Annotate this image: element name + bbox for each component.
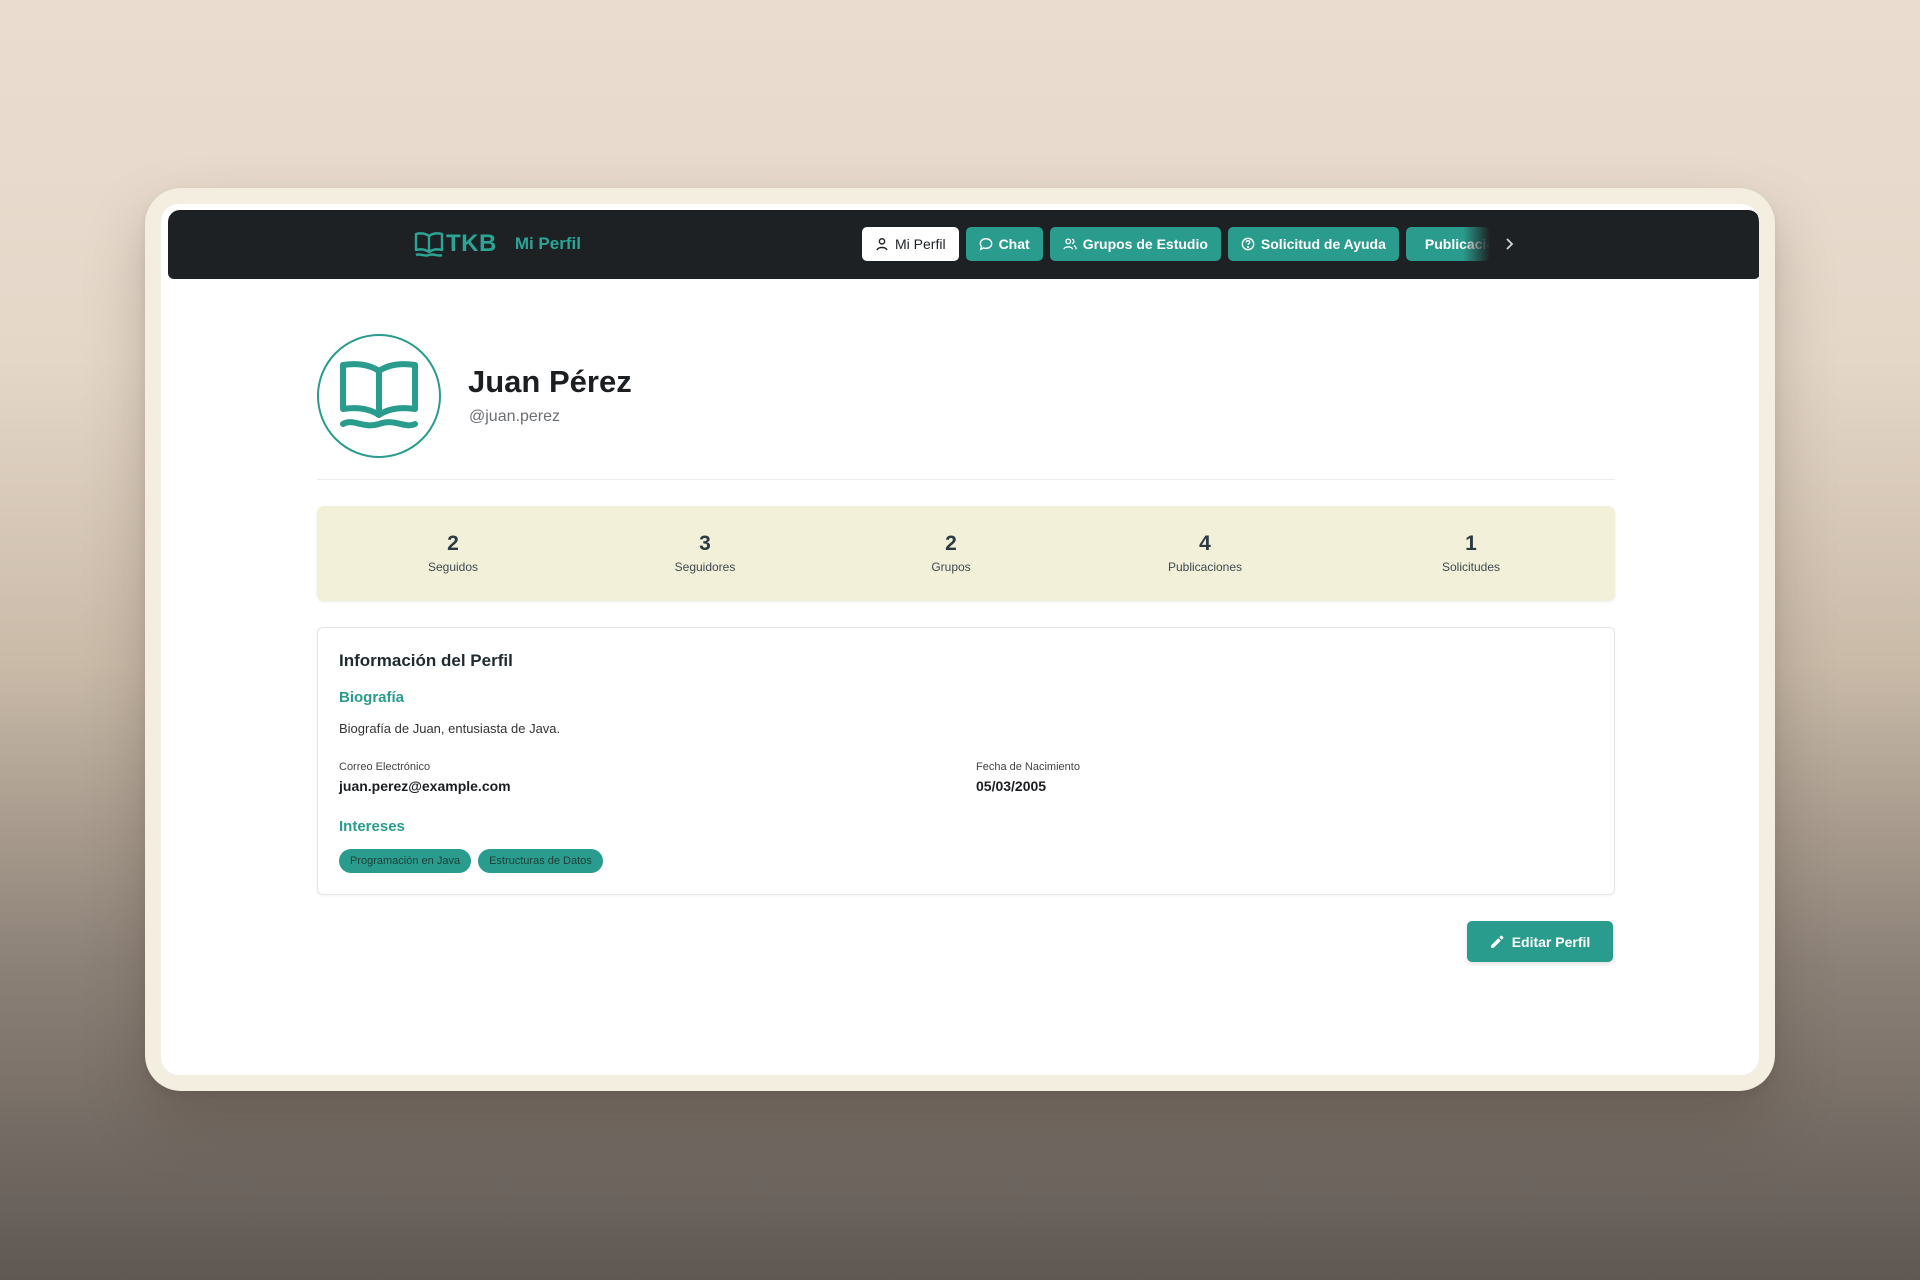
stat-value: 2 [447,532,459,555]
stat-label: Grupos [931,560,971,574]
nav-label: Solicitud de Ayuda [1260,236,1386,252]
profile-info-card: Información del Perfil Biografía Biograf… [317,627,1615,895]
brand-logo[interactable]: TKB Mi Perfil [414,230,581,258]
stat-label: Seguidos [427,560,479,574]
stat-grupos[interactable]: 2 Grupos [871,532,1031,574]
stat-value: 2 [945,532,957,555]
open-book-icon [414,232,444,257]
users-icon [1062,238,1077,250]
interests-heading: Intereses [339,818,405,835]
bio-text: Biografía de Juan, entusiasta de Java. [339,721,561,736]
pencil-icon [1490,935,1504,948]
interest-tag: Estructuras de Datos [478,849,603,873]
divider [317,479,1615,480]
stat-publicaciones[interactable]: 4 Publicaciones [1125,532,1285,574]
nav-mi-perfil[interactable]: Mi Perfil [862,227,959,261]
top-navbar: TKB Mi Perfil Mi Perfil Chat Grupos de E… [168,210,1759,279]
chevron-right-icon [1506,238,1514,250]
email-label: Correo Electrónico [339,761,431,773]
nav-label: Mi Perfil [895,236,946,252]
nav-grupos-de-estudio[interactable]: Grupos de Estudio [1049,227,1221,261]
stat-value: 4 [1199,532,1211,555]
stat-value: 3 [699,532,711,555]
bio-heading: Biografía [339,689,405,706]
email-value: juan.perez@example.com [339,778,511,794]
nav-label: Publicaciones [1424,236,1490,252]
nav-label: Grupos de Estudio [1082,236,1208,252]
stat-label: Publicaciones [1167,560,1243,574]
brand-name: TKB [446,230,497,257]
avatar [317,334,441,458]
nav-label: Chat [998,236,1030,252]
stat-value: 1 [1465,532,1477,555]
edit-profile-button[interactable]: Editar Perfil [1467,921,1613,962]
edit-profile-label: Editar Perfil [1511,933,1591,950]
birthdate-label: Fecha de Nacimiento [976,761,1080,773]
device-frame: TKB Mi Perfil Mi Perfil Chat Grupos de E… [145,188,1775,1091]
stat-label: Seguidores [674,560,736,574]
profile-handle: @juan.perez [469,408,560,425]
nav-solicitud-de-ayuda[interactable]: Solicitud de Ayuda [1227,227,1399,261]
stat-seguidos[interactable]: 2 Seguidos [373,532,533,574]
stat-seguidores[interactable]: 3 Seguidores [625,532,785,574]
main-nav: Mi Perfil Chat Grupos de Estudio Solicit… [862,227,1521,261]
nav-chat[interactable]: Chat [965,227,1043,261]
card-title: Información del Perfil [339,651,513,670]
interests-list: Programación en Java Estructuras de Dato… [339,849,603,873]
help-circle-icon [1241,237,1255,251]
stats-bar: 2 Seguidos 3 Seguidores 2 Grupos 4 Publi… [317,506,1615,601]
nav-publicaciones[interactable]: Publicaciones [1405,227,1490,261]
app-window: TKB Mi Perfil Mi Perfil Chat Grupos de E… [161,204,1759,1075]
profile-name: Juan Pérez [468,364,632,399]
page-title: Mi Perfil [514,234,581,253]
nav-scroll-right-button[interactable] [1497,227,1521,261]
stat-solicitudes[interactable]: 1 Solicitudes [1391,532,1551,574]
stat-label: Solicitudes [1441,560,1501,574]
interest-tag: Programación en Java [339,849,472,873]
chat-bubble-icon [979,238,992,251]
birthdate-value: 05/03/2005 [976,778,1047,794]
open-book-icon [340,361,418,429]
user-icon [876,238,888,251]
